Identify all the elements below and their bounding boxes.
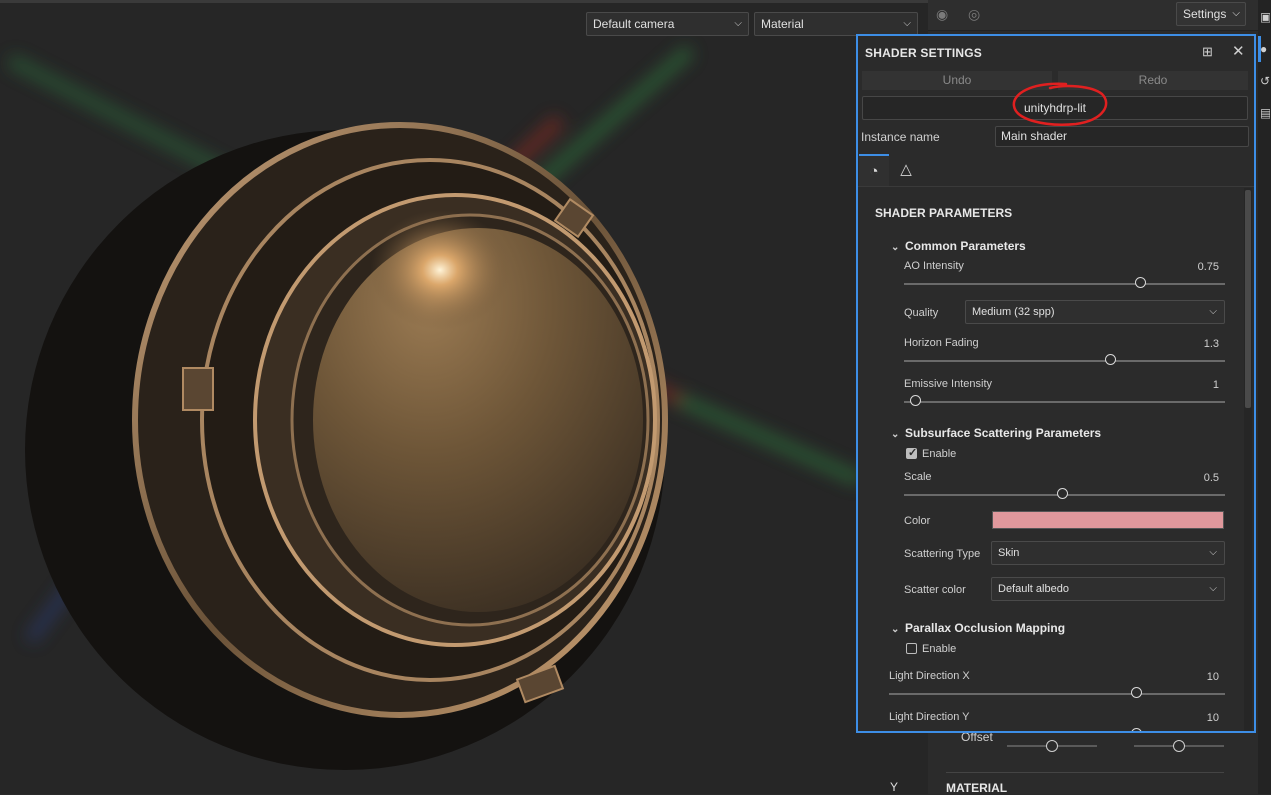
light-direction-x-label: Light Direction X — [889, 670, 970, 682]
scale-slider-handle[interactable] — [1057, 488, 1068, 499]
tab-shader-parameters[interactable]: ◔ — [859, 154, 889, 186]
tab-geometry[interactable]: △ — [891, 154, 921, 186]
shader-settings-dialog: SHADER SETTINGS ⊞ ✕ Undo Redo unityhdrp-… — [856, 34, 1256, 733]
chevron-down-icon: ⌵ — [1232, 8, 1240, 19]
shader-ball-icon: ◔ — [869, 163, 879, 180]
dock-icon[interactable]: ⊞ — [1202, 44, 1213, 60]
pom-enable-label: Enable — [922, 643, 957, 655]
material-preview-render — [6, 44, 863, 770]
shader-parameters-header: SHADER PARAMETERS — [875, 206, 1013, 220]
color-swatch[interactable] — [992, 511, 1224, 529]
sss-group[interactable]: ⌄ Subsurface Scattering Parameters — [891, 426, 1101, 440]
tab-divider — [858, 186, 1254, 187]
chevron-down-icon: ⌵ — [1209, 306, 1217, 317]
horizon-fading-slider-track[interactable] — [904, 360, 1225, 362]
camera-select-value: Default camera — [593, 17, 675, 31]
axis-gizmo-label: Y — [890, 780, 899, 794]
mode-select[interactable]: Material ⌵ — [754, 12, 918, 36]
chevron-down-icon: ⌄ — [891, 624, 900, 635]
offset-slider-x-handle[interactable] — [1046, 740, 1058, 752]
chevron-down-icon: ⌄ — [891, 429, 900, 440]
scale-label: Scale — [904, 471, 932, 483]
common-parameters-group[interactable]: ⌄ Common Parameters — [891, 239, 1026, 253]
scatter-color-select[interactable]: Default albedo ⌵ — [991, 577, 1225, 601]
scale-value: 0.5 — [1203, 472, 1219, 484]
offset-slider-y-handle[interactable] — [1173, 740, 1185, 752]
hidden-eye-icon[interactable]: ◉ — [936, 6, 954, 24]
settings-label: Settings — [1183, 7, 1227, 21]
sss-enable-checkbox[interactable] — [906, 446, 917, 459]
instance-name-value: Main shader — [1001, 129, 1068, 143]
pom-title: Parallax Occlusion Mapping — [905, 621, 1066, 635]
shader-sphere-icon[interactable]: ● — [1260, 42, 1270, 56]
pom-enable-checkbox[interactable] — [906, 643, 917, 654]
annotation-circle — [1012, 82, 1108, 126]
sss-enable-label: Enable — [922, 448, 957, 460]
instance-name-label: Instance name — [861, 130, 940, 144]
dialog-title: SHADER SETTINGS — [865, 46, 983, 60]
ao-intensity-slider-track[interactable] — [904, 283, 1225, 285]
dialog-scrollbar[interactable] — [1244, 188, 1252, 731]
pom-group[interactable]: ⌄ Parallax Occlusion Mapping — [891, 621, 1065, 635]
side-panel-toolbar: ◉ ◎ Settings ⌵ — [928, 0, 1258, 31]
ao-intensity-value: 0.75 — [1197, 261, 1219, 273]
horizon-fading-value: 1.3 — [1203, 338, 1219, 350]
eye-icon[interactable]: ◎ — [968, 6, 986, 24]
emissive-intensity-label: Emissive Intensity — [904, 378, 993, 390]
light-direction-x-slider-handle[interactable] — [1131, 687, 1142, 698]
ao-intensity-slider-handle[interactable] — [1135, 277, 1146, 288]
horizon-fading-slider-handle[interactable] — [1105, 354, 1116, 365]
scrollbar-thumb[interactable] — [1245, 190, 1251, 408]
quality-select-value: Medium (32 spp) — [972, 306, 1055, 318]
divider — [946, 772, 1224, 773]
ao-intensity-label: AO Intensity — [904, 260, 964, 272]
horizon-fading-label: Horizon Fading — [904, 337, 979, 349]
scatter-color-value: Default albedo — [998, 583, 1069, 595]
history-icon[interactable]: ↺ — [1260, 74, 1270, 88]
chevron-down-icon: ⌵ — [1209, 583, 1217, 594]
common-parameters-title: Common Parameters — [905, 239, 1026, 253]
material-section-header: MATERIAL — [946, 781, 1008, 795]
light-direction-y-slider-handle[interactable] — [1131, 728, 1142, 731]
settings-dropdown[interactable]: Settings ⌵ — [1176, 2, 1246, 26]
chevron-down-icon: ⌄ — [891, 242, 900, 253]
chevron-down-icon: ⌵ — [903, 18, 911, 29]
scattering-type-select[interactable]: Skin ⌵ — [991, 541, 1225, 565]
emissive-intensity-slider-handle[interactable] — [910, 395, 921, 406]
scatter-color-label: Scatter color — [904, 584, 966, 596]
quality-select[interactable]: Medium (32 spp) ⌵ — [965, 300, 1225, 324]
light-direction-y-value: 10 — [1206, 712, 1219, 724]
chevron-down-icon: ⌵ — [734, 18, 742, 29]
quality-label: Quality — [904, 307, 939, 319]
emissive-intensity-value: 1 — [1212, 379, 1219, 391]
3d-viewport[interactable]: Default camera ⌵ Material ⌵ Y — [0, 0, 928, 794]
scattering-type-label: Scattering Type — [904, 548, 981, 560]
light-direction-x-slider-track[interactable] — [889, 693, 1225, 695]
light-direction-y-label: Light Direction Y — [889, 711, 970, 723]
camera-select[interactable]: Default camera ⌵ — [586, 12, 749, 36]
scattering-type-value: Skin — [998, 547, 1020, 559]
pyramid-icon: △ — [900, 161, 912, 178]
sss-title: Subsurface Scattering Parameters — [905, 426, 1102, 440]
emissive-intensity-slider-track[interactable] — [904, 401, 1225, 403]
document-icon[interactable]: ▤ — [1260, 106, 1270, 120]
light-direction-x-value: 10 — [1206, 671, 1219, 683]
mode-select-value: Material — [761, 17, 804, 31]
close-icon[interactable]: ✕ — [1232, 42, 1245, 60]
right-tool-strip: ▣ ● ↺ ▤ — [1258, 0, 1271, 794]
color-label: Color — [904, 515, 931, 527]
camera-icon[interactable]: ▣ — [1260, 10, 1270, 24]
instance-name-input[interactable]: Main shader — [995, 126, 1249, 147]
chevron-down-icon: ⌵ — [1209, 547, 1217, 558]
